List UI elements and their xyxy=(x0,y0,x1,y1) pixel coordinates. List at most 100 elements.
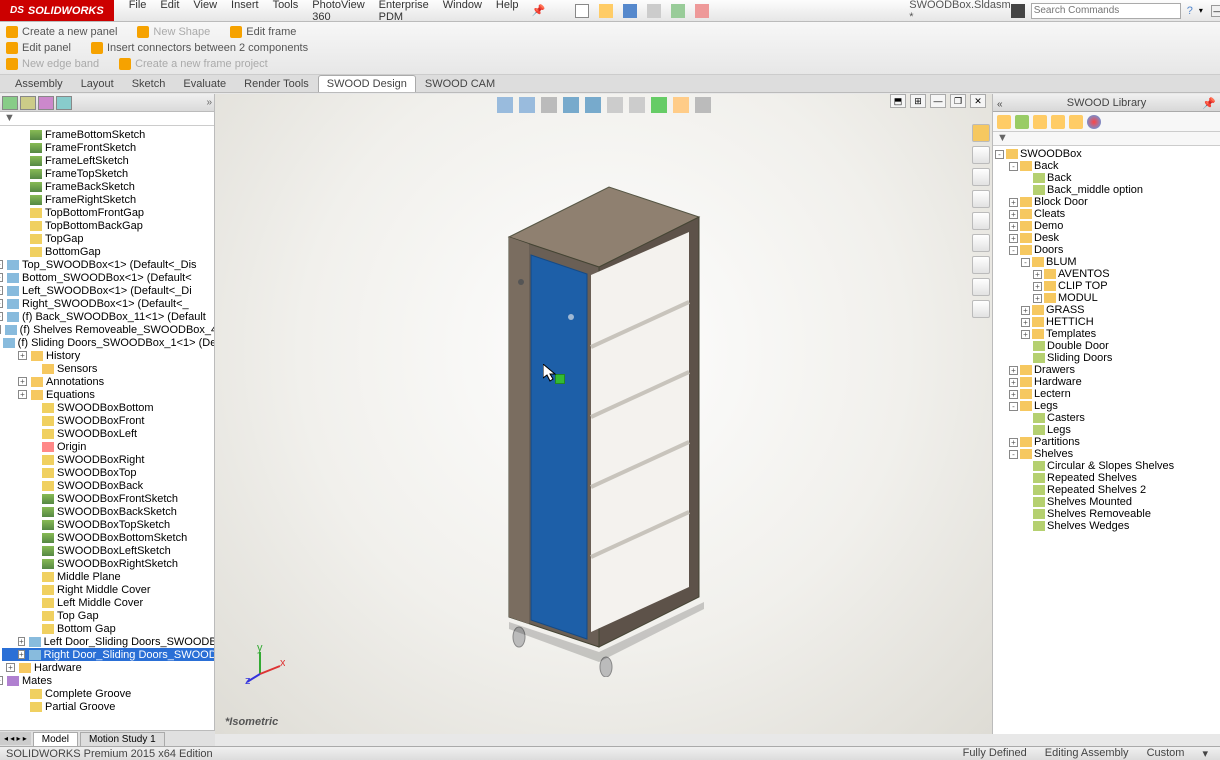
tab-evaluate[interactable]: Evaluate xyxy=(174,75,235,92)
hide-show-icon[interactable] xyxy=(629,97,645,113)
zoom-area-icon[interactable] xyxy=(519,97,535,113)
ftree-item[interactable]: +Hardware xyxy=(2,661,214,674)
viewport-split-icon[interactable]: ⊞ xyxy=(910,94,926,108)
ftree-item[interactable]: FrameRightSketch xyxy=(2,193,214,206)
new-doc-icon[interactable] xyxy=(575,4,589,18)
tab-assembly[interactable]: Assembly xyxy=(6,75,72,92)
expander-icon[interactable]: + xyxy=(1009,438,1018,447)
lib-item[interactable]: +Cleats xyxy=(993,208,1220,220)
custom-props-tab-icon[interactable] xyxy=(972,256,990,274)
menu-window[interactable]: Window xyxy=(436,0,489,26)
expander-icon[interactable]: + xyxy=(0,676,3,685)
lib-item[interactable]: -Legs xyxy=(993,400,1220,412)
menu-enterprise-pdm[interactable]: Enterprise PDM xyxy=(372,0,436,26)
cmd-edit-frame[interactable]: Edit frame xyxy=(230,26,296,38)
lib-item[interactable]: Sliding Doors xyxy=(993,352,1220,364)
ftree-item[interactable]: FrameTopSketch xyxy=(2,167,214,180)
viewport-close-icon[interactable]: ✕ xyxy=(970,94,986,108)
lib-panel-icon[interactable] xyxy=(1015,115,1029,129)
expander-icon[interactable]: + xyxy=(1021,306,1030,315)
lib-item[interactable]: Back xyxy=(993,172,1220,184)
ftree-item[interactable]: SWOODBoxBack xyxy=(2,479,214,492)
expander-icon[interactable]: + xyxy=(0,312,3,321)
lib-item[interactable]: -BLUM xyxy=(993,256,1220,268)
cmd-edit-panel[interactable]: Edit panel xyxy=(6,42,71,54)
lib-item[interactable]: +CLIP TOP xyxy=(993,280,1220,292)
tab-layout[interactable]: Layout xyxy=(72,75,123,92)
graphics-viewport[interactable]: ⬒ ⊞ — ❐ ✕ xyxy=(215,94,992,734)
ftree-item[interactable]: SWOODBoxFrontSketch xyxy=(2,492,214,505)
lib-item[interactable]: -Back xyxy=(993,160,1220,172)
lib-item[interactable]: +AVENTOS xyxy=(993,268,1220,280)
tab-render-tools[interactable]: Render Tools xyxy=(235,75,318,92)
cmd-create-a-new-panel[interactable]: Create a new panel xyxy=(6,26,117,38)
ftree-item[interactable]: +Bottom_SWOODBox<1> (Default< xyxy=(2,271,214,284)
resources-tab-icon[interactable] xyxy=(972,146,990,164)
ftree-item[interactable]: Partial Groove xyxy=(2,700,214,713)
lib-item[interactable]: +Block Door xyxy=(993,196,1220,208)
viewport-min-icon[interactable]: — xyxy=(930,94,946,108)
design-lib-tab-icon[interactable] xyxy=(972,168,990,186)
property-tab-icon[interactable] xyxy=(20,96,36,110)
ftree-item[interactable]: TopGap xyxy=(2,232,214,245)
expander-icon[interactable]: - xyxy=(1009,450,1018,459)
library-filter[interactable]: ▼ xyxy=(993,132,1220,146)
search-toggle-icon[interactable] xyxy=(1011,4,1025,18)
lib-item[interactable]: Shelves Mounted xyxy=(993,496,1220,508)
swood-tab-icon[interactable] xyxy=(972,300,990,318)
lib-item[interactable]: -Shelves xyxy=(993,448,1220,460)
lib-item[interactable]: +Hardware xyxy=(993,376,1220,388)
lib-item[interactable]: +HETTICH xyxy=(993,316,1220,328)
ftree-item[interactable]: SWOODBoxRight xyxy=(2,453,214,466)
expander-icon[interactable]: + xyxy=(1009,234,1018,243)
expander-icon[interactable]: - xyxy=(1009,162,1018,171)
lib-item[interactable]: Legs xyxy=(993,424,1220,436)
expander-icon[interactable]: - xyxy=(1021,258,1030,267)
expander-icon[interactable]: + xyxy=(1009,390,1018,399)
ftree-item[interactable]: SWOODBoxBottom xyxy=(2,401,214,414)
rebuild-icon[interactable] xyxy=(671,4,685,18)
motion-study-tab[interactable]: Motion Study 1 xyxy=(80,732,165,746)
feature-filter[interactable]: ▼ xyxy=(0,112,214,126)
lib-item[interactable]: +Desk xyxy=(993,232,1220,244)
status-dropdown-icon[interactable]: ▾ xyxy=(1202,747,1208,760)
collapse-library-icon[interactable]: « xyxy=(997,96,1003,114)
menu-pin-icon[interactable]: 📌 xyxy=(532,4,546,17)
lib-item[interactable]: +Partitions xyxy=(993,436,1220,448)
lib-item[interactable]: Repeated Shelves xyxy=(993,472,1220,484)
ftree-item[interactable]: FrameLeftSketch xyxy=(2,154,214,167)
model-tab[interactable]: Model xyxy=(33,732,78,746)
expander-icon[interactable]: + xyxy=(0,273,3,282)
lib-item[interactable]: +MODUL xyxy=(993,292,1220,304)
ftree-item[interactable]: +Right Door_Sliding Doors_SWOODBox_1< xyxy=(2,648,214,661)
library-pin-icon[interactable]: 📌 xyxy=(1202,95,1216,113)
ftree-item[interactable]: +Left Door_Sliding Doors_SWOODBox_1<1 xyxy=(2,635,214,648)
expander-icon[interactable]: + xyxy=(18,377,27,386)
view-palette-tab-icon[interactable] xyxy=(972,212,990,230)
ftree-item[interactable]: SWOODBoxLeftSketch xyxy=(2,544,214,557)
save-icon[interactable] xyxy=(623,4,637,18)
ftree-item[interactable]: TopBottomFrontGap xyxy=(2,206,214,219)
expander-icon[interactable]: + xyxy=(18,351,27,360)
menu-file[interactable]: File xyxy=(122,0,154,26)
ftree-item[interactable]: SWOODBoxBottomSketch xyxy=(2,531,214,544)
home-tab-icon[interactable] xyxy=(972,124,990,142)
tab-swood-design[interactable]: SWOOD Design xyxy=(318,75,416,92)
appearances-tab-icon[interactable] xyxy=(972,234,990,252)
expander-icon[interactable]: + xyxy=(1009,210,1018,219)
menu-view[interactable]: View xyxy=(186,0,224,26)
model-3d-cabinet[interactable] xyxy=(499,177,709,677)
tab-swood-cam[interactable]: SWOOD CAM xyxy=(416,75,504,92)
ftree-item[interactable]: +(f) Shelves Removeable_SWOODBox_4<1> (D xyxy=(2,323,214,336)
expander-icon[interactable]: + xyxy=(1033,270,1042,279)
feature-tree-tab-icon[interactable] xyxy=(2,96,18,110)
lib-item[interactable]: Circular & Slopes Shelves xyxy=(993,460,1220,472)
ftree-item[interactable]: +Mates xyxy=(2,674,214,687)
lib-item[interactable]: Shelves Removeable xyxy=(993,508,1220,520)
ftree-item[interactable]: +Left_SWOODBox<1> (Default<_Di xyxy=(2,284,214,297)
expander-icon[interactable]: + xyxy=(1033,294,1042,303)
display-tab-icon[interactable] xyxy=(56,96,72,110)
ftree-item[interactable]: Left Middle Cover xyxy=(2,596,214,609)
ftree-item[interactable]: Right Middle Cover xyxy=(2,583,214,596)
expander-icon[interactable]: + xyxy=(1009,198,1018,207)
